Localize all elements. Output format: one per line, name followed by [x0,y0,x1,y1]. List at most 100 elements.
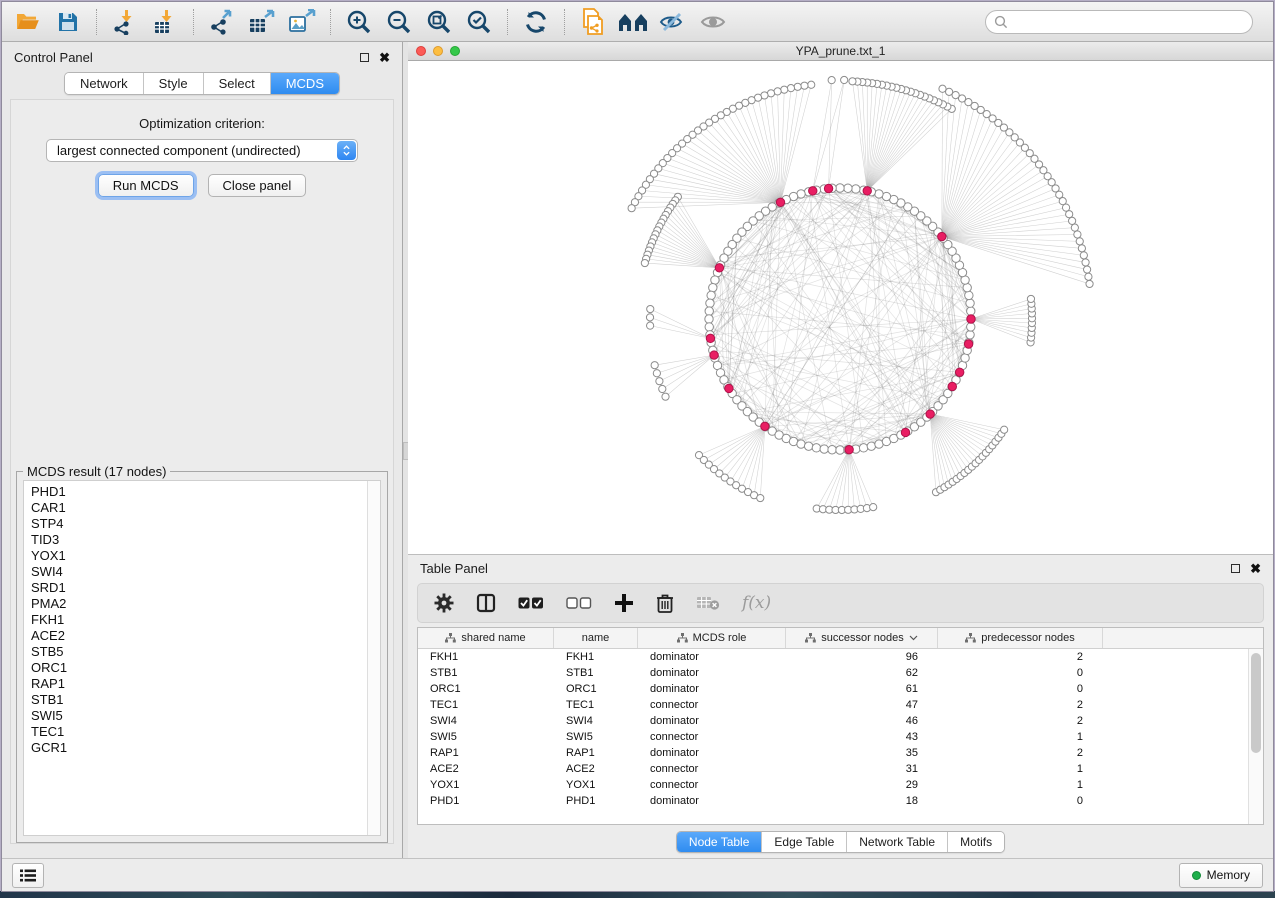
table-cell: 29 [786,779,938,791]
search-box[interactable] [985,10,1253,34]
tab-network[interactable]: Network [65,73,144,94]
tab-select[interactable]: Select [204,73,271,94]
export-network-icon [208,9,236,35]
float-panel-icon[interactable] [360,53,369,62]
function-builder-button[interactable]: f(x) [742,593,771,613]
open-session-button[interactable] [10,6,46,38]
zoom-out-button[interactable] [381,6,417,38]
column-header-mcds-role[interactable]: MCDS role [638,628,786,648]
show-columns-button[interactable] [476,593,496,613]
dropdown-stepper-icon [337,141,356,160]
table-row[interactable]: ORC1ORC1dominator610 [418,681,1263,697]
table-row[interactable]: STB1STB1dominator620 [418,665,1263,681]
column-header-successor-nodes[interactable]: successor nodes [786,628,938,648]
zoom-in-button[interactable] [341,6,377,38]
table-cell: ACE2 [418,763,554,775]
column-header-shared-name[interactable]: shared name [418,628,554,648]
tab-network-table[interactable]: Network Table [847,832,948,852]
criterion-dropdown[interactable]: largest connected component (undirected) [46,139,358,162]
select-all-columns-button[interactable] [518,596,544,610]
mcds-result-item[interactable]: PHD1 [31,484,367,500]
mcds-result-item[interactable]: GCR1 [31,740,367,756]
import-network-icon [112,9,138,35]
export-image-button[interactable] [284,6,320,38]
mcds-result-item[interactable]: FKH1 [31,612,367,628]
mcds-result-item[interactable]: CAR1 [31,500,367,516]
import-table-button[interactable] [147,6,183,38]
float-table-panel-icon[interactable] [1231,564,1240,573]
search-input[interactable] [1014,14,1244,30]
memory-button[interactable]: Memory [1179,863,1263,888]
clone-network-button[interactable] [575,6,611,38]
network-window-titlebar[interactable]: YPA_prune.txt_1 [408,42,1273,61]
table-scrollbar-thumb[interactable] [1251,653,1261,753]
mcds-list-scrollbar[interactable] [367,481,380,835]
tab-edge-table[interactable]: Edge Table [762,832,847,852]
column-header-predecessor-nodes[interactable]: predecessor nodes [938,628,1103,648]
table-row[interactable]: FKH1FKH1dominator962 [418,649,1263,665]
tab-node-table[interactable]: Node Table [677,832,763,852]
table-row[interactable]: YOX1YOX1connector291 [418,777,1263,793]
table-cell: ORC1 [418,683,554,695]
mcds-result-list[interactable]: PHD1CAR1STP4TID3YOX1SWI4SRD1PMA2FKH1ACE2… [24,481,367,835]
memory-label: Memory [1207,868,1250,882]
network-graph[interactable] [408,61,1273,554]
mcds-result-item[interactable]: PMA2 [31,596,367,612]
close-table-panel-icon[interactable]: ✖ [1250,564,1261,573]
table-panel-title: Table Panel [420,561,1231,576]
export-table-button[interactable] [244,6,280,38]
table-footer-tabbar: Node Table Edge Table Network Table Moti… [408,825,1273,858]
network-canvas[interactable] [408,61,1273,554]
refresh-view-button[interactable] [518,6,554,38]
table-row[interactable]: PHD1PHD1dominator180 [418,793,1263,809]
first-neighbors-button[interactable] [615,6,651,38]
table-settings-button[interactable] [434,593,454,613]
mcds-result-item[interactable]: YOX1 [31,548,367,564]
mcds-result-item[interactable]: STB1 [31,692,367,708]
close-panel-icon[interactable]: ✖ [379,53,390,62]
tab-mcds[interactable]: MCDS [271,73,339,94]
toolbar-separator [96,9,97,35]
tab-style[interactable]: Style [144,73,204,94]
zoom-fit-button[interactable] [421,6,457,38]
mcds-result-item[interactable]: STB5 [31,644,367,660]
mcds-result-item[interactable]: SWI5 [31,708,367,724]
table-row[interactable]: RAP1RAP1dominator352 [418,745,1263,761]
table-row[interactable]: SWI5SWI5connector431 [418,729,1263,745]
table-row[interactable]: ACE2ACE2connector311 [418,761,1263,777]
import-network-button[interactable] [107,6,143,38]
unselect-all-columns-button[interactable] [566,596,592,610]
mcds-tab-content: Optimization criterion: largest connecte… [10,99,394,844]
node-table: shared name name MCDS role successor nod… [417,627,1264,825]
tab-motifs[interactable]: Motifs [948,832,1004,852]
column-header-name[interactable]: name [554,628,638,648]
mcds-result-item[interactable]: SRD1 [31,580,367,596]
mcds-result-item[interactable]: TEC1 [31,724,367,740]
table-scrollbar[interactable] [1248,649,1263,824]
close-panel-button[interactable]: Close panel [208,174,307,197]
table-row[interactable]: SWI4SWI4dominator462 [418,713,1263,729]
table-cell: SWI5 [418,731,554,743]
mcds-result-item[interactable]: STP4 [31,516,367,532]
delete-table-button[interactable] [696,595,720,611]
hide-selected-button[interactable] [655,6,691,38]
mcds-result-item[interactable]: ORC1 [31,660,367,676]
zoom-selected-button[interactable] [461,6,497,38]
table-cell: 96 [786,651,938,663]
table-cell: 1 [938,731,1103,743]
mcds-result-item[interactable]: TID3 [31,532,367,548]
add-column-button[interactable] [614,593,634,613]
table-body[interactable]: FKH1FKH1dominator962STB1STB1dominator620… [418,649,1263,824]
export-network-button[interactable] [204,6,240,38]
show-all-button[interactable] [695,6,731,38]
mcds-result-item[interactable]: ACE2 [31,628,367,644]
save-session-button[interactable] [50,6,86,38]
show-panels-button[interactable] [12,863,44,888]
mcds-result-item[interactable]: SWI4 [31,564,367,580]
run-mcds-button[interactable]: Run MCDS [98,174,194,197]
delete-columns-button[interactable] [656,593,674,613]
table-row[interactable]: TEC1TEC1connector472 [418,697,1263,713]
zoom-fit-icon [426,9,452,35]
table-cell: 2 [938,747,1103,759]
mcds-result-item[interactable]: RAP1 [31,676,367,692]
